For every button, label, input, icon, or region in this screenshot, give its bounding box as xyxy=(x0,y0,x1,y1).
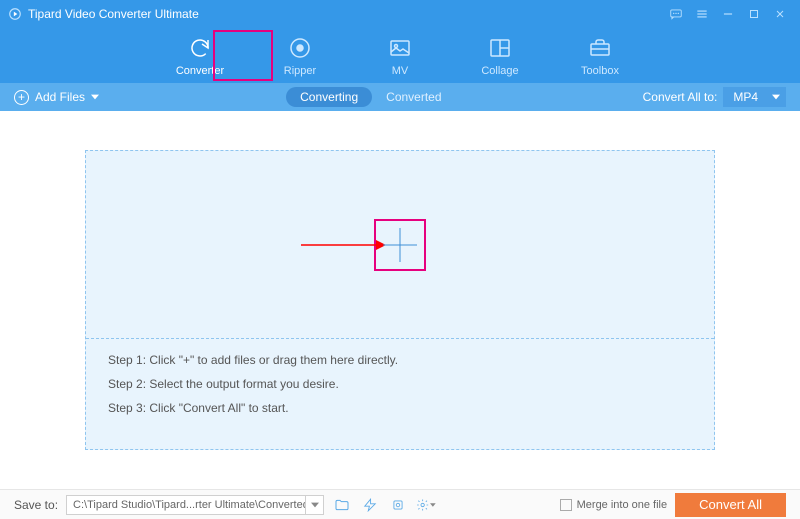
maximize-button[interactable] xyxy=(742,2,766,26)
step-2-text: Step 2: Select the output format you des… xyxy=(108,377,692,391)
convert-all-button[interactable]: Convert All xyxy=(675,493,786,517)
app-title: Tipard Video Converter Ultimate xyxy=(28,7,199,21)
toolbox-icon xyxy=(586,34,614,62)
dropzone-top[interactable] xyxy=(86,151,714,339)
convert-all-to: Convert All to: MP4 xyxy=(643,87,786,107)
checkbox-icon xyxy=(560,499,572,511)
step-3-text: Step 3: Click "Convert All" to start. xyxy=(108,401,692,415)
collage-icon xyxy=(486,34,514,62)
feedback-icon[interactable] xyxy=(664,2,688,26)
chevron-down-icon xyxy=(772,93,780,101)
mv-icon xyxy=(386,34,414,62)
arrow-annotation xyxy=(301,237,386,253)
convert-all-label: Convert All to: xyxy=(643,90,718,104)
titlebar: Tipard Video Converter Ultimate xyxy=(0,0,800,28)
main-nav: Converter Ripper MV Collage Toolbox xyxy=(0,28,800,83)
nav-toolbox[interactable]: Toolbox xyxy=(570,34,630,77)
add-files-button[interactable]: + Add Files xyxy=(14,90,99,105)
close-button[interactable] xyxy=(768,2,792,26)
plus-icon xyxy=(381,226,419,264)
minimize-button[interactable] xyxy=(716,2,740,26)
nav-mv[interactable]: MV xyxy=(370,34,430,77)
add-files-label: Add Files xyxy=(35,90,85,104)
merge-checkbox[interactable]: Merge into one file xyxy=(560,499,668,511)
path-chevron-button[interactable] xyxy=(306,495,324,515)
open-folder-button[interactable] xyxy=(332,495,352,515)
step-1-text: Step 1: Click "+" to add files or drag t… xyxy=(108,353,692,367)
nav-label: Collage xyxy=(481,65,518,77)
merge-label: Merge into one file xyxy=(577,499,668,511)
chevron-down-icon xyxy=(91,93,99,101)
footer: Save to: C:\Tipard Studio\Tipard...rter … xyxy=(0,489,800,519)
format-value: MP4 xyxy=(733,90,758,104)
lightning-icon[interactable] xyxy=(360,495,380,515)
toolbar: + Add Files Converting Converted Convert… xyxy=(0,83,800,111)
nav-label: MV xyxy=(392,65,409,77)
tab-converted[interactable]: Converted xyxy=(372,87,455,107)
save-to-label: Save to: xyxy=(14,498,58,512)
ripper-icon xyxy=(286,34,314,62)
save-path-field[interactable]: C:\Tipard Studio\Tipard...rter Ultimate\… xyxy=(66,495,306,515)
menu-icon[interactable] xyxy=(690,2,714,26)
main-area: Step 1: Click "+" to add files or drag t… xyxy=(0,111,800,489)
dropzone[interactable]: Step 1: Click "+" to add files or drag t… xyxy=(85,150,715,450)
plus-circle-icon: + xyxy=(14,90,29,105)
nav-ripper[interactable]: Ripper xyxy=(270,34,330,77)
nav-label: Ripper xyxy=(284,65,316,77)
status-tabs: Converting Converted xyxy=(286,87,455,107)
instructions: Step 1: Click "+" to add files or drag t… xyxy=(86,339,714,449)
add-files-plus[interactable] xyxy=(374,219,426,271)
app-logo-icon xyxy=(8,7,22,21)
nav-collage[interactable]: Collage xyxy=(470,34,530,77)
gpu-icon[interactable] xyxy=(388,495,408,515)
format-select[interactable]: MP4 xyxy=(723,87,786,107)
nav-label: Toolbox xyxy=(581,65,619,77)
converter-icon xyxy=(186,34,214,62)
gear-icon[interactable] xyxy=(416,495,436,515)
highlight-box xyxy=(213,30,273,81)
tab-converting[interactable]: Converting xyxy=(286,87,372,107)
